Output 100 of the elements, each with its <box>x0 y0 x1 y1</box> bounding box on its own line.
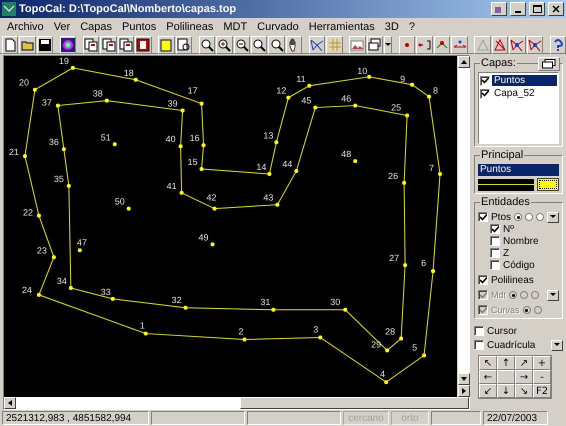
menu-item[interactable]: ? <box>404 21 420 33</box>
nav-key[interactable]: ↑ <box>497 356 515 370</box>
toolbar-button[interactable] <box>492 36 508 54</box>
dropdown-button[interactable] <box>547 290 560 300</box>
toolbar-button[interactable] <box>60 36 76 54</box>
checkbox[interactable] <box>490 260 500 270</box>
option-label: Cuadrícula <box>487 340 536 350</box>
point-label: 32 <box>172 294 182 305</box>
toolbar-button[interactable] <box>526 36 544 54</box>
main-layer-name: Puntos <box>478 164 560 176</box>
survey-point <box>438 172 442 176</box>
checkbox[interactable] <box>480 88 490 98</box>
nav-key[interactable]: ↙ <box>479 384 497 398</box>
toolbar-button[interactable] <box>36 36 54 54</box>
toolbar-button[interactable] <box>550 36 566 54</box>
scroll-right-button[interactable] <box>458 385 470 397</box>
menu-item[interactable]: MDT <box>218 21 252 33</box>
toolbar-button[interactable] <box>416 36 433 54</box>
maximize-button[interactable] <box>529 2 545 16</box>
scroll-left-button[interactable] <box>4 397 16 409</box>
nav-key[interactable]: ↗ <box>515 356 533 370</box>
scroll-up-button[interactable] <box>458 56 470 68</box>
toolbar-button[interactable] <box>308 36 326 54</box>
survey-point <box>353 104 358 108</box>
minimize-button[interactable] <box>510 2 526 16</box>
scroll-down-button[interactable] <box>458 373 470 385</box>
checkbox[interactable] <box>480 76 490 86</box>
menu-item[interactable]: Ver <box>48 21 76 33</box>
menu-item[interactable]: 3D <box>380 21 404 33</box>
radio-button[interactable] <box>536 213 544 221</box>
toolbar-button[interactable] <box>250 36 268 54</box>
point-label: 41 <box>166 180 177 191</box>
point-label: 2 <box>238 326 244 337</box>
radio-button[interactable] <box>514 213 522 221</box>
radio-button[interactable] <box>525 213 534 221</box>
vertical-scrollbar[interactable] <box>457 56 469 397</box>
dropdown-button[interactable] <box>547 212 560 222</box>
checkbox[interactable] <box>490 224 500 234</box>
layer-item[interactable]: Puntos <box>492 75 558 86</box>
window-title: TopoCal: D:\TopoCal\Nomberto\capas.top <box>19 3 238 15</box>
toolbar-button[interactable] <box>366 36 384 54</box>
survey-point <box>402 180 406 185</box>
toolbar-button[interactable] <box>2 36 18 54</box>
dropdown-button[interactable] <box>384 36 392 54</box>
nav-key[interactable]: ↓ <box>497 384 515 398</box>
toolbar-button[interactable] <box>158 36 175 54</box>
toolbar-button[interactable] <box>100 36 117 54</box>
point-label: 26 <box>388 170 398 181</box>
checkbox[interactable] <box>478 212 488 222</box>
toolbar-button[interactable] <box>19 36 36 54</box>
nav-key[interactable]: F2 <box>533 384 551 398</box>
caret-icon <box>550 215 556 219</box>
toolbar-button[interactable] <box>451 36 468 54</box>
toolbar-button[interactable] <box>216 36 232 54</box>
caret-icon <box>554 343 560 347</box>
toolbar-button[interactable] <box>399 36 416 54</box>
dropdown-button[interactable] <box>551 340 564 350</box>
nav-key[interactable]: - <box>533 370 551 384</box>
menu-item[interactable]: Archivo <box>2 21 49 33</box>
nav-key[interactable]: → <box>515 370 533 384</box>
scroll-thumb[interactable] <box>240 397 469 409</box>
menu-item[interactable]: Curvado <box>252 21 304 33</box>
checkbox[interactable] <box>478 275 488 285</box>
toolbar-button[interactable] <box>434 36 450 54</box>
line-style-sample[interactable] <box>478 178 534 190</box>
nav-key[interactable]: + <box>533 356 551 370</box>
toolbar-button[interactable] <box>198 36 216 54</box>
toolbar-button[interactable] <box>509 36 526 54</box>
toolbar-button[interactable] <box>135 36 152 54</box>
toolbar-button[interactable] <box>82 36 100 54</box>
layer-item[interactable]: Capa_52 <box>492 88 537 99</box>
menu-item[interactable]: Capas <box>75 21 117 33</box>
option-label: Ptos <box>491 212 512 222</box>
menu-item[interactable]: Herramientas <box>304 21 380 33</box>
toolbar-button[interactable] <box>286 36 302 54</box>
checkbox[interactable] <box>474 340 484 350</box>
nav-blank-key[interactable] <box>497 370 515 384</box>
nav-key[interactable]: ← <box>479 370 497 384</box>
survey-point <box>52 255 56 260</box>
toolbar-button[interactable] <box>268 36 285 54</box>
point-style-button[interactable] <box>537 178 560 191</box>
point-label: 10 <box>357 66 368 76</box>
map-canvas[interactable]: 19 18 10 20 11 9 38 17 12 8 37 39 45 46 25 36 51 40 16 13 21 48 15 14 44 7 35 26 41 50 42 43 22 47 49 23 27 6 34 24 33 32 31 30 1 2 3 28 29 5 4 <box>4 56 457 397</box>
nav-key[interactable]: ↖ <box>479 356 497 370</box>
point-label: 49 <box>198 232 209 242</box>
horizontal-scrollbar[interactable] <box>4 397 469 409</box>
checkbox[interactable] <box>490 236 500 246</box>
nav-key[interactable]: ↘ <box>515 384 533 398</box>
toolbar-button[interactable] <box>234 36 250 54</box>
toolbar-button[interactable] <box>118 36 134 54</box>
checkbox[interactable] <box>474 326 484 336</box>
menu-item[interactable]: Polilineas <box>161 21 218 33</box>
survey-point <box>78 248 82 252</box>
close-button[interactable] <box>548 2 564 16</box>
checkbox[interactable] <box>490 248 500 258</box>
menu-item[interactable]: Puntos <box>117 21 162 33</box>
layers-button[interactable] <box>538 57 560 71</box>
network-icon <box>528 38 542 52</box>
toolbar-button[interactable] <box>176 36 192 54</box>
restore-child-button[interactable] <box>491 2 507 16</box>
